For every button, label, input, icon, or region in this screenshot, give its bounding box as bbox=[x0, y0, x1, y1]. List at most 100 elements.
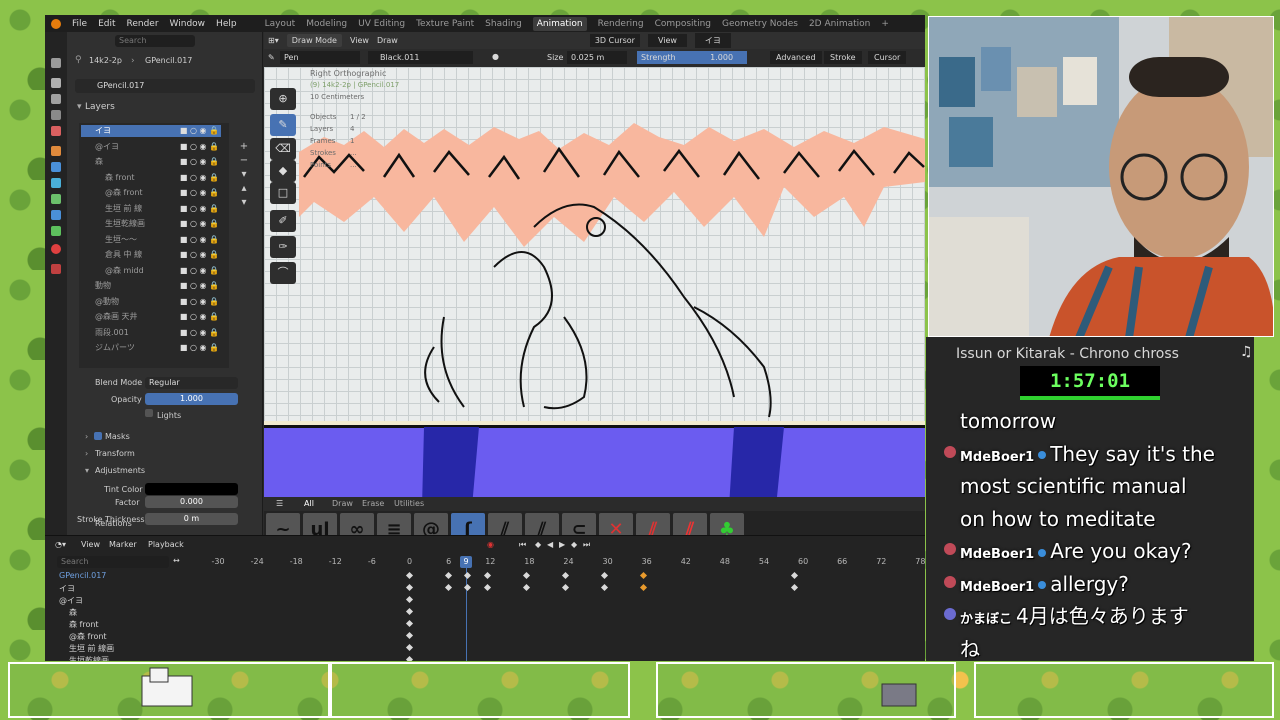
brush-fill-icon[interactable]: ♣ bbox=[710, 513, 744, 535]
relations-panel-title[interactable]: Relations bbox=[95, 519, 132, 528]
keyframe[interactable] bbox=[463, 571, 472, 580]
keyframe[interactable] bbox=[639, 571, 648, 580]
layer-specials-menu-icon[interactable]: ▾ bbox=[237, 168, 251, 182]
brush-erase-hard-icon[interactable]: ✕ bbox=[599, 513, 633, 535]
keyframe[interactable] bbox=[600, 583, 609, 592]
transform-panel-title[interactable]: Transform bbox=[95, 449, 135, 458]
layer-visibility-lock-icons[interactable]: ■ ○ ◉ 🔒 bbox=[180, 281, 219, 290]
mode-dropdown[interactable]: Draw Mode bbox=[286, 34, 342, 47]
keyframe[interactable] bbox=[444, 571, 453, 580]
pin-icon[interactable]: ⚲ bbox=[75, 55, 82, 65]
keyframe[interactable] bbox=[405, 607, 414, 616]
tool-tab-icon[interactable] bbox=[51, 58, 61, 68]
timeline-frame-ruler[interactable]: -30 -24 -18 -12 -6 0 6 12 18 24 30 36 42 48 54 60 66 72 78 bbox=[45, 536, 926, 566]
fill-tool-icon[interactable]: ◆ bbox=[270, 160, 296, 182]
current-frame-indicator[interactable]: 9 bbox=[460, 556, 472, 568]
brush-tab-erase[interactable]: Erase bbox=[362, 499, 384, 508]
keyframe[interactable] bbox=[463, 583, 472, 592]
move-layer-down-icon[interactable]: ▾ bbox=[237, 196, 251, 210]
brush-hatch2-icon[interactable]: ⫽ bbox=[525, 513, 559, 535]
workspace-tab-texture-paint[interactable]: Texture Paint bbox=[416, 19, 474, 29]
layer-row[interactable]: 生垣 前 線 ■ ○ ◉ 🔒 bbox=[81, 203, 221, 215]
layer-row[interactable]: @森 midd ■ ○ ◉ 🔒 bbox=[81, 265, 221, 277]
brush-tab-draw[interactable]: Draw bbox=[332, 499, 353, 508]
strength-slider[interactable]: Strength 1.000 bbox=[637, 51, 747, 64]
brush-smooth-icon[interactable]: ⊂ bbox=[562, 513, 596, 535]
layer-visibility-lock-icons[interactable]: ■ ○ ◉ 🔒 bbox=[180, 297, 219, 306]
physics-tab-icon[interactable] bbox=[51, 194, 61, 204]
masks-panel-title[interactable]: Masks bbox=[105, 432, 130, 441]
keyframe[interactable] bbox=[405, 619, 414, 628]
keyframe[interactable] bbox=[600, 571, 609, 580]
tint-color-swatch[interactable] bbox=[145, 483, 238, 495]
modifier-tab-icon[interactable] bbox=[51, 162, 61, 172]
brush-pencil-icon[interactable]: ʃ bbox=[451, 513, 485, 535]
keyframe[interactable] bbox=[639, 583, 648, 592]
layer-row[interactable]: @森画 天井 ■ ○ ◉ 🔒 bbox=[81, 311, 221, 323]
brush-ink-icon[interactable]: ~ bbox=[266, 513, 300, 535]
brush-airbrush-icon[interactable]: @ bbox=[414, 513, 448, 535]
workspace-tab-uv-editing[interactable]: UV Editing bbox=[358, 19, 405, 29]
brush-hatch-icon[interactable]: ⫽ bbox=[488, 513, 522, 535]
output-tab-icon[interactable] bbox=[51, 94, 61, 104]
keyframe[interactable] bbox=[561, 571, 570, 580]
layer-visibility-lock-icons[interactable]: ■ ○ ◉ 🔒 bbox=[180, 219, 219, 228]
layer-visibility-lock-icons[interactable]: ■ ○ ◉ 🔒 bbox=[180, 312, 219, 321]
layer-visibility-lock-icons[interactable]: ■ ○ ◉ 🔒 bbox=[180, 157, 219, 166]
layer-row[interactable]: 森 front ■ ○ ◉ 🔒 bbox=[81, 172, 221, 184]
keyframe[interactable] bbox=[405, 643, 414, 652]
keyframe[interactable] bbox=[483, 571, 492, 580]
effects-tab-icon[interactable] bbox=[51, 178, 61, 188]
keyframe-area[interactable] bbox=[45, 568, 925, 661]
workspace-tab-compositing[interactable]: Compositing bbox=[655, 19, 711, 29]
gpencil-datablock-field[interactable]: GPencil.017 bbox=[75, 79, 255, 93]
drawing-plane-dropdown[interactable]: View bbox=[647, 34, 687, 47]
draw-tool-icon[interactable]: ✎ bbox=[270, 114, 296, 136]
view-layer-tab-icon[interactable] bbox=[51, 110, 61, 120]
object-tab-icon[interactable] bbox=[51, 146, 61, 156]
pen-tool-icon[interactable]: ✎ bbox=[268, 53, 275, 62]
add-workspace-button[interactable]: + bbox=[881, 19, 889, 29]
adjustments-collapse-icon[interactable]: ▾ bbox=[85, 466, 89, 475]
keyframe[interactable] bbox=[561, 583, 570, 592]
brush-dropdown[interactable]: Pen bbox=[280, 51, 360, 64]
transform-expand-icon[interactable]: › bbox=[85, 449, 88, 458]
remove-layer-button[interactable]: − bbox=[237, 154, 251, 168]
keyframe[interactable] bbox=[522, 571, 531, 580]
layer-visibility-lock-icons[interactable]: ■ ○ ◉ 🔒 bbox=[180, 126, 219, 135]
constraints-tab-icon[interactable] bbox=[51, 210, 61, 220]
properties-search-input[interactable]: Search bbox=[115, 35, 195, 47]
material-sphere-icon[interactable]: ● bbox=[492, 52, 499, 61]
layer-visibility-lock-icons[interactable]: ■ ○ ◉ 🔒 bbox=[180, 142, 219, 151]
material-tab-icon[interactable] bbox=[51, 244, 61, 254]
lights-checkbox[interactable] bbox=[145, 409, 153, 417]
layer-visibility-lock-icons[interactable]: ■ ○ ◉ 🔒 bbox=[180, 343, 219, 352]
keyframe[interactable] bbox=[790, 571, 799, 580]
keyframe[interactable] bbox=[790, 583, 799, 592]
layer-row[interactable]: イヨ ■ ○ ◉ 🔒 bbox=[81, 125, 221, 137]
blend-mode-dropdown[interactable]: Regular bbox=[145, 377, 238, 389]
workspace-tab-layout[interactable]: Layout bbox=[265, 19, 296, 29]
scene-tab-icon[interactable] bbox=[51, 126, 61, 136]
keyframe[interactable] bbox=[405, 571, 414, 580]
brush-tab-utilities[interactable]: Utilities bbox=[394, 499, 424, 508]
keyframe[interactable] bbox=[522, 583, 531, 592]
curve-tool-icon[interactable]: ⌒ bbox=[270, 262, 296, 284]
factor-slider[interactable]: 0.000 bbox=[145, 496, 238, 508]
brush-tint-icon[interactable]: ⫽ bbox=[673, 513, 707, 535]
add-layer-button[interactable]: + bbox=[237, 140, 251, 154]
menu-file[interactable]: File bbox=[72, 19, 87, 29]
layer-visibility-lock-icons[interactable]: ■ ○ ◉ 🔒 bbox=[180, 235, 219, 244]
brush-erase-soft-icon[interactable]: ⫽ bbox=[636, 513, 670, 535]
view-menu[interactable]: View bbox=[350, 36, 369, 45]
layers-panel-title[interactable]: Layers bbox=[85, 102, 115, 112]
stroke-thickness-field[interactable]: 0 m bbox=[145, 513, 238, 525]
layer-row[interactable]: 森 ■ ○ ◉ 🔒 bbox=[81, 156, 221, 168]
active-layer-dropdown[interactable]: イヨ bbox=[694, 33, 731, 48]
layer-row[interactable]: 動物 ■ ○ ◉ 🔒 bbox=[81, 280, 221, 292]
workspace-tab-2d-animation[interactable]: 2D Animation bbox=[809, 19, 870, 29]
menu-render[interactable]: Render bbox=[127, 19, 159, 29]
masks-checkbox[interactable] bbox=[94, 432, 102, 440]
render-tab-icon[interactable] bbox=[51, 78, 61, 88]
layer-row[interactable]: @森 front ■ ○ ◉ 🔒 bbox=[81, 187, 221, 199]
